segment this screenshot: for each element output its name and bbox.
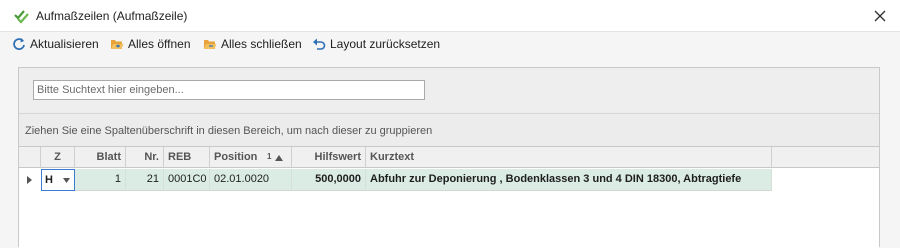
column-header-position[interactable]: Position 1 — [210, 147, 292, 168]
folder-close-icon — [204, 40, 217, 49]
group-hint: Ziehen Sie eine Spaltenüberschrift in di… — [25, 125, 433, 137]
indicator-header — [19, 147, 41, 168]
reb-cell[interactable]: 0001C0 — [164, 169, 210, 191]
toolbar: Aktualisieren Alles öffnen Alles schließ… — [0, 32, 900, 56]
blatt-cell[interactable]: 1 — [75, 169, 126, 191]
search-input[interactable] — [33, 80, 425, 100]
kurztext-cell[interactable]: Abfuhr zur Deponierung , Bodenklassen 3 … — [366, 169, 772, 191]
column-header-z[interactable]: Z — [41, 147, 75, 168]
refresh-button[interactable]: Aktualisieren — [12, 35, 99, 53]
row-pointer-icon — [27, 176, 32, 184]
column-header-hilfswert[interactable]: Hilfswert — [292, 147, 366, 168]
search-area — [19, 68, 879, 113]
reset-layout-button[interactable]: Layout zurücksetzen — [312, 35, 440, 53]
folder-open-icon — [111, 40, 124, 49]
hilfswert-cell[interactable]: 500,0000 — [292, 169, 366, 191]
z-cell-dropdown[interactable]: H — [41, 169, 75, 191]
group-panel[interactable]: Ziehen Sie eine Spaltenüberschrift in di… — [19, 113, 879, 146]
column-header-reb[interactable]: REB — [164, 147, 210, 168]
position-cell[interactable]: 02.01.0020 — [210, 169, 292, 191]
column-header-kurztext[interactable]: Kurztext — [366, 147, 772, 168]
data-grid: Z Blatt Nr. REB Position 1 Hilfswert Kur… — [19, 146, 879, 248]
table-row[interactable]: H 1 21 0001C0 02.01.0020 500,0000 Abfuhr… — [19, 169, 879, 191]
column-header-nr[interactable]: Nr. — [126, 147, 164, 168]
chevron-down-icon[interactable] — [63, 178, 70, 183]
column-header-blatt[interactable]: Blatt — [75, 147, 126, 168]
grid-panel: Ziehen Sie eine Spaltenüberschrift in di… — [18, 67, 880, 248]
title-bar: Aufmaßzeilen (Aufmaßzeile) — [0, 0, 900, 32]
window-title: Aufmaßzeilen (Aufmaßzeile) — [36, 9, 188, 23]
undo-icon — [313, 38, 326, 50]
open-all-button[interactable]: Alles öffnen — [110, 35, 191, 53]
close-all-label: Alles schließen — [221, 37, 302, 51]
refresh-label: Aktualisieren — [30, 37, 99, 51]
reset-layout-label: Layout zurücksetzen — [330, 37, 441, 51]
grid-header: Z Blatt Nr. REB Position 1 Hilfswert Kur… — [19, 147, 879, 168]
close-icon[interactable] — [870, 6, 890, 26]
double-check-icon — [14, 10, 29, 24]
refresh-icon — [13, 38, 25, 50]
sort-index: 1 — [267, 152, 272, 161]
sort-ascending-icon — [275, 155, 283, 161]
open-all-label: Alles öffnen — [128, 37, 191, 51]
close-all-button[interactable]: Alles schließen — [203, 35, 302, 53]
row-indicator — [19, 169, 41, 191]
nr-cell[interactable]: 21 — [126, 169, 164, 191]
